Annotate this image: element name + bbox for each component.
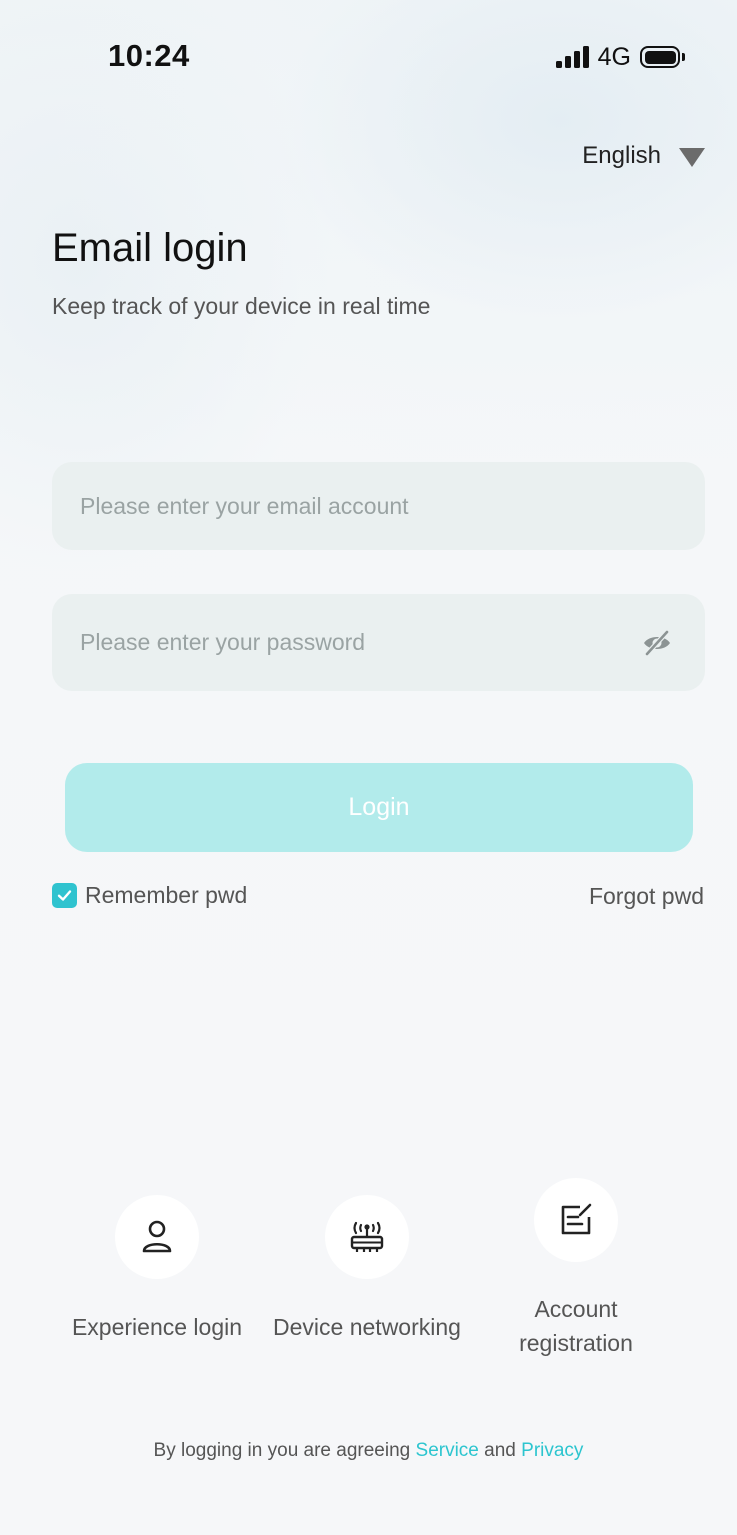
remember-password-toggle[interactable]: Remember pwd — [52, 882, 247, 909]
account-registration-label-line1: Account — [534, 1296, 618, 1322]
login-button[interactable]: Login — [65, 763, 693, 852]
agreement-prefix: By logging in you are agreeing — [153, 1440, 411, 1461]
account-registration-label-line2: registration — [519, 1330, 633, 1356]
experience-login-button[interactable] — [115, 1195, 199, 1279]
edit-icon — [561, 1203, 592, 1235]
caret-down-icon — [679, 147, 705, 167]
device-networking-button[interactable] — [325, 1195, 409, 1279]
language-label: English — [582, 142, 661, 169]
user-icon — [142, 1220, 172, 1253]
signal-bars-icon — [555, 46, 589, 68]
device-networking-label[interactable]: Device networking — [258, 1310, 476, 1344]
remember-checkbox[interactable] — [52, 883, 77, 908]
checkmark-icon — [57, 890, 72, 901]
language-selector[interactable]: English — [582, 142, 705, 170]
login-screen: 10:24 4G English Email login Keep track … — [0, 0, 737, 1535]
remember-label: Remember pwd — [85, 882, 248, 908]
privacy-link[interactable]: Privacy — [521, 1440, 583, 1461]
account-registration-button[interactable] — [534, 1178, 618, 1262]
agreement-and: and — [484, 1440, 516, 1461]
password-input[interactable] — [80, 629, 641, 656]
status-time: 10:24 — [108, 38, 190, 73]
account-registration-label[interactable]: Account registration — [486, 1292, 666, 1360]
forgot-password-link[interactable]: Forgot pwd — [589, 883, 704, 910]
router-icon — [350, 1221, 384, 1252]
page-subtitle: Keep track of your device in real time — [52, 293, 431, 319]
email-field — [52, 462, 705, 550]
agreement-text: By logging in you are agreeing Service a… — [0, 1440, 737, 1462]
password-field — [52, 594, 705, 691]
network-label: 4G — [597, 42, 631, 71]
service-link[interactable]: Service — [416, 1440, 479, 1461]
page-title: Email login — [52, 226, 248, 270]
eye-off-icon[interactable] — [641, 627, 673, 659]
status-indicators: 4G — [555, 40, 685, 74]
email-input[interactable] — [80, 492, 677, 520]
experience-login-label[interactable]: Experience login — [57, 1310, 257, 1344]
battery-icon — [640, 46, 685, 68]
